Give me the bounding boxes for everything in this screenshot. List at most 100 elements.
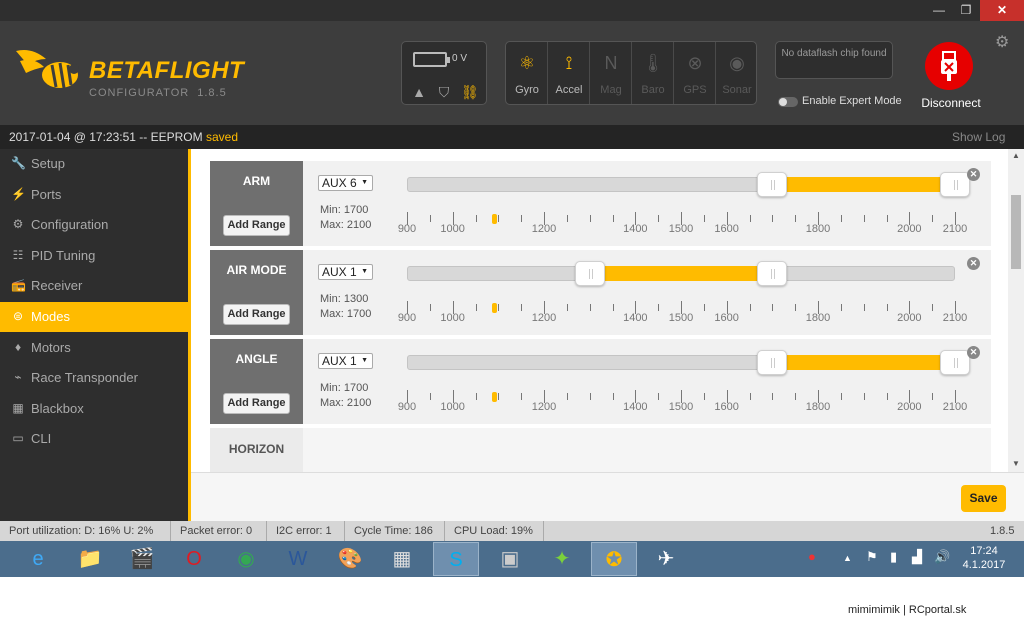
- sidebar-item-label: Motors: [31, 339, 71, 355]
- scale-tick: [704, 393, 705, 400]
- explorer-icon[interactable]: 📁: [67, 542, 113, 576]
- alert-icon[interactable]: ●: [808, 549, 816, 564]
- scale-tick: [750, 393, 751, 400]
- scroll-thumb[interactable]: [1011, 195, 1021, 269]
- remove-range-icon[interactable]: ✕: [967, 346, 980, 359]
- range-slider-fill: [772, 177, 955, 192]
- channel-position-marker: [491, 392, 497, 402]
- sensor-label: Gyro: [515, 84, 539, 96]
- sidebar-item-configuration[interactable]: ⚙ Configuration: [0, 210, 188, 240]
- sensor-sonar: ◉ Sonar: [716, 42, 756, 104]
- add-range-button[interactable]: Add Range: [223, 304, 290, 325]
- save-button[interactable]: Save: [961, 485, 1006, 512]
- range-max-handle[interactable]: [940, 172, 970, 197]
- scale-tick: [430, 304, 431, 311]
- gyro-icon: ⚛: [518, 53, 536, 73]
- volume-icon[interactable]: 🔊: [934, 549, 950, 565]
- range-min-handle[interactable]: [574, 261, 605, 286]
- show-log-link[interactable]: Show Log: [952, 130, 1005, 144]
- app-icon[interactable]: ▣: [487, 542, 533, 576]
- sidebar-item-race-transponder[interactable]: ⌁ Race Transponder: [0, 363, 188, 393]
- chevron-down-icon: ▼: [361, 268, 368, 275]
- sidebar-item-blackbox[interactable]: ▦ Blackbox: [0, 394, 188, 424]
- cleanflight-icon[interactable]: ✦: [539, 542, 585, 576]
- minimize-button[interactable]: —: [926, 0, 952, 21]
- scroll-down-icon[interactable]: ▼: [1008, 459, 1024, 468]
- scale-tick: [887, 215, 888, 222]
- disconnect-button[interactable]: Disconnect: [914, 96, 988, 110]
- sidebar-item-ports[interactable]: ⚡ Ports: [0, 180, 188, 210]
- warning-icon: ▲: [412, 84, 426, 100]
- scale-label: 1000: [440, 312, 465, 324]
- sidebar-item-label: Blackbox: [31, 400, 84, 416]
- betaflight-icon[interactable]: ✪: [591, 542, 637, 576]
- add-range-button[interactable]: Add Range: [223, 215, 290, 236]
- scale-tick: [841, 393, 842, 400]
- scale-tick: [567, 215, 568, 222]
- scale-tick: [658, 215, 659, 222]
- opera-icon[interactable]: O: [171, 542, 217, 576]
- add-range-button[interactable]: Add Range: [223, 393, 290, 414]
- scale-label: 1600: [714, 223, 739, 235]
- status-time: 2017-01-04 @ 17:23:51 -- EEPROM: [9, 130, 203, 144]
- paint-icon[interactable]: 🎨: [327, 542, 373, 576]
- maximize-button[interactable]: ❐: [953, 0, 979, 21]
- sidebar-item-modes[interactable]: ⊜ Modes: [0, 302, 188, 332]
- range-max-handle[interactable]: [940, 350, 970, 375]
- remove-range-icon[interactable]: ✕: [967, 168, 980, 181]
- scale-tick: [864, 304, 865, 311]
- sensor-label: Baro: [641, 84, 665, 96]
- sidebar-item-label: PID Tuning: [31, 247, 96, 263]
- network-icon[interactable]: ▟: [912, 549, 922, 565]
- mode-air-mode: AIR MODE Add Range AUX 1 ▼ Min: 1300 Max: 170…: [210, 250, 991, 335]
- aux-channel-select[interactable]: AUX 1 ▼: [318, 264, 373, 280]
- scale-label: 1600: [714, 401, 739, 413]
- scroll-up-icon[interactable]: ▲: [1008, 151, 1024, 160]
- toggle-switch[interactable]: [778, 97, 798, 107]
- battery-tray-icon[interactable]: ▮: [890, 549, 897, 565]
- wrench-icon: 🔧: [11, 156, 26, 170]
- remove-range-icon[interactable]: ✕: [967, 257, 980, 270]
- sidebar-item-setup[interactable]: 🔧 Setup: [0, 149, 188, 179]
- range-min-handle[interactable]: [757, 350, 788, 375]
- ie-icon[interactable]: e: [15, 542, 61, 576]
- scale-tick: [498, 304, 499, 311]
- sidebar-item-motors[interactable]: ♦ Motors: [0, 333, 188, 363]
- range-min-handle[interactable]: [757, 172, 788, 197]
- aux-channel-select[interactable]: AUX 1 ▼: [318, 353, 373, 369]
- gps-icon: ⊗: [687, 53, 703, 73]
- chrome-icon[interactable]: ◉: [223, 542, 269, 576]
- range-min-max: Min: 1700 Max: 2100: [320, 203, 371, 233]
- calculator-icon[interactable]: ▦: [379, 542, 425, 576]
- clock[interactable]: 17:24 4.1.2017: [958, 544, 1010, 572]
- skype-icon[interactable]: S: [433, 542, 479, 576]
- app-version: 1.8.5: [990, 525, 1015, 537]
- range-max-handle[interactable]: [757, 261, 788, 286]
- settings-gear-icon[interactable]: ⚙: [995, 32, 1009, 52]
- aux-channel-select[interactable]: AUX 6 ▼: [318, 175, 373, 191]
- word-icon[interactable]: W: [275, 542, 321, 576]
- scale-label: 2000: [897, 223, 922, 235]
- sidebar-item-pid-tuning[interactable]: ☷ PID Tuning: [0, 241, 188, 271]
- tray-expand-icon[interactable]: ▲: [843, 553, 852, 563]
- media-icon[interactable]: 🎬: [119, 542, 165, 576]
- range-area: AUX 6 ▼ Min: 1700 Max: 2100 900 1000 1200 1400 1…: [303, 161, 991, 246]
- scale-label: 900: [397, 401, 417, 413]
- scrollbar[interactable]: ▲ ▼: [1008, 149, 1024, 472]
- flag-icon[interactable]: ⚑: [866, 549, 878, 565]
- sidebar-item-receiver[interactable]: 📻 Receiver: [0, 271, 188, 301]
- usb-disconnect-icon[interactable]: [925, 42, 973, 90]
- range-max-label: Max: 1700: [320, 308, 372, 320]
- openpilot-icon[interactable]: ✈: [643, 542, 689, 576]
- motor-icon: ♦: [14, 339, 22, 354]
- close-button[interactable]: ✕: [980, 0, 1024, 21]
- gear-icon: ⚙: [12, 217, 24, 232]
- aux-channel-value: AUX 6: [322, 176, 357, 190]
- sidebar-item-cli[interactable]: ▭ CLI: [0, 424, 188, 454]
- scale-tick: [521, 393, 522, 400]
- scale-tick: [795, 304, 796, 311]
- battery-icon: [413, 52, 450, 67]
- bee-logo-icon: [16, 50, 79, 89]
- scale-label: 2000: [897, 401, 922, 413]
- sonar-icon: ◉: [729, 53, 745, 73]
